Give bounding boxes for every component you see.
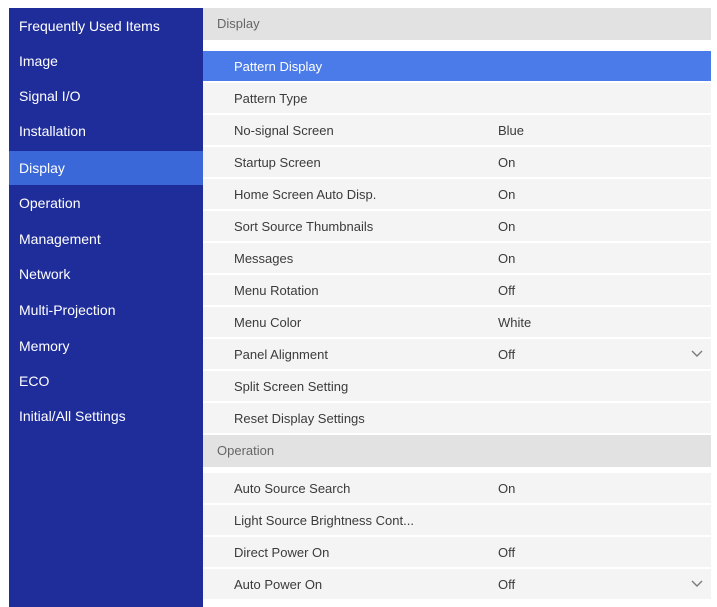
- sidebar-item-network[interactable]: Network: [9, 257, 203, 291]
- section-title: Operation: [217, 443, 275, 458]
- setting-row-light-source-brightness[interactable]: Light Source Brightness Cont...: [203, 505, 711, 536]
- section-header-operation: Operation: [203, 435, 711, 467]
- sidebar-item-memory[interactable]: Memory: [9, 329, 203, 363]
- setting-row-pattern-type[interactable]: Pattern Type: [203, 83, 711, 114]
- setting-value: Off: [498, 545, 516, 560]
- setting-value: On: [498, 219, 516, 234]
- setting-label: Split Screen Setting: [234, 379, 349, 394]
- setting-label: Messages: [234, 251, 294, 266]
- sidebar-item-frequently-used-items[interactable]: Frequently Used Items: [9, 9, 203, 43]
- sidebar-item-eco[interactable]: ECO: [9, 364, 203, 398]
- setting-value: Off: [498, 283, 516, 298]
- setting-row-pattern-display[interactable]: Pattern Display: [203, 51, 711, 82]
- setting-label: Direct Power On: [234, 545, 330, 560]
- setting-label: Startup Screen: [234, 155, 321, 170]
- setting-label: Light Source Brightness Cont...: [234, 513, 414, 528]
- setting-label: Sort Source Thumbnails: [234, 219, 374, 234]
- setting-value: White: [498, 315, 532, 330]
- setting-value: On: [498, 251, 516, 266]
- sidebar: Frequently Used Items Image Signal I/O I…: [9, 8, 203, 607]
- setting-label: Panel Alignment: [234, 347, 328, 362]
- setting-row-panel-alignment[interactable]: Panel Alignment Off: [203, 339, 711, 370]
- setting-value: Blue: [498, 123, 525, 138]
- setting-row-menu-rotation[interactable]: Menu Rotation Off: [203, 275, 711, 306]
- sidebar-item-management[interactable]: Management: [9, 222, 203, 256]
- setting-row-split-screen-setting[interactable]: Split Screen Setting: [203, 371, 711, 402]
- sidebar-item-multi-projection[interactable]: Multi-Projection: [9, 293, 203, 327]
- setting-value: On: [498, 481, 516, 496]
- sidebar-item-initial-all-settings[interactable]: Initial/All Settings: [9, 399, 203, 433]
- sidebar-item-operation[interactable]: Operation: [9, 186, 203, 220]
- sidebar-item-image[interactable]: Image: [9, 44, 203, 78]
- setting-row-messages[interactable]: Messages On: [203, 243, 711, 274]
- setting-label: Auto Source Search: [234, 481, 351, 496]
- setting-label: Reset Display Settings: [234, 411, 365, 426]
- setting-label: Pattern Display: [234, 59, 323, 74]
- setting-value: On: [498, 155, 516, 170]
- setting-row-home-screen-auto-disp[interactable]: Home Screen Auto Disp. On: [203, 179, 711, 210]
- setting-row-direct-power-on[interactable]: Direct Power On Off: [203, 537, 711, 568]
- setting-label: Home Screen Auto Disp.: [234, 187, 377, 202]
- settings-list: Display Pattern Display Pattern Type No-…: [203, 8, 711, 607]
- chevron-down-icon[interactable]: [691, 349, 703, 359]
- setting-label: Pattern Type: [234, 91, 308, 106]
- sidebar-item-signal-io[interactable]: Signal I/O: [9, 79, 203, 113]
- sidebar-item-display[interactable]: Display: [9, 151, 203, 185]
- setting-row-menu-color[interactable]: Menu Color White: [203, 307, 711, 338]
- setting-value: On: [498, 187, 516, 202]
- setting-value: Off: [498, 577, 516, 592]
- sidebar-item-installation[interactable]: Installation: [9, 114, 203, 148]
- setting-label: No-signal Screen: [234, 123, 334, 138]
- projector-menu: Frequently Used Items Image Signal I/O I…: [9, 8, 711, 607]
- setting-label: Auto Power On: [234, 577, 323, 592]
- setting-row-auto-source-search[interactable]: Auto Source Search On: [203, 473, 711, 504]
- setting-label: Menu Color: [234, 315, 302, 330]
- section-title: Display: [217, 16, 260, 31]
- setting-row-auto-power-on[interactable]: Auto Power On Off: [203, 569, 711, 600]
- setting-value: Off: [498, 347, 516, 362]
- setting-row-no-signal-screen[interactable]: No-signal Screen Blue: [203, 115, 711, 146]
- setting-row-reset-display-settings[interactable]: Reset Display Settings: [203, 403, 711, 434]
- setting-label: Menu Rotation: [234, 283, 319, 298]
- setting-row-sort-source-thumbnails[interactable]: Sort Source Thumbnails On: [203, 211, 711, 242]
- section-header-display: Display: [203, 8, 711, 40]
- setting-row-startup-screen[interactable]: Startup Screen On: [203, 147, 711, 178]
- chevron-down-icon[interactable]: [691, 579, 703, 589]
